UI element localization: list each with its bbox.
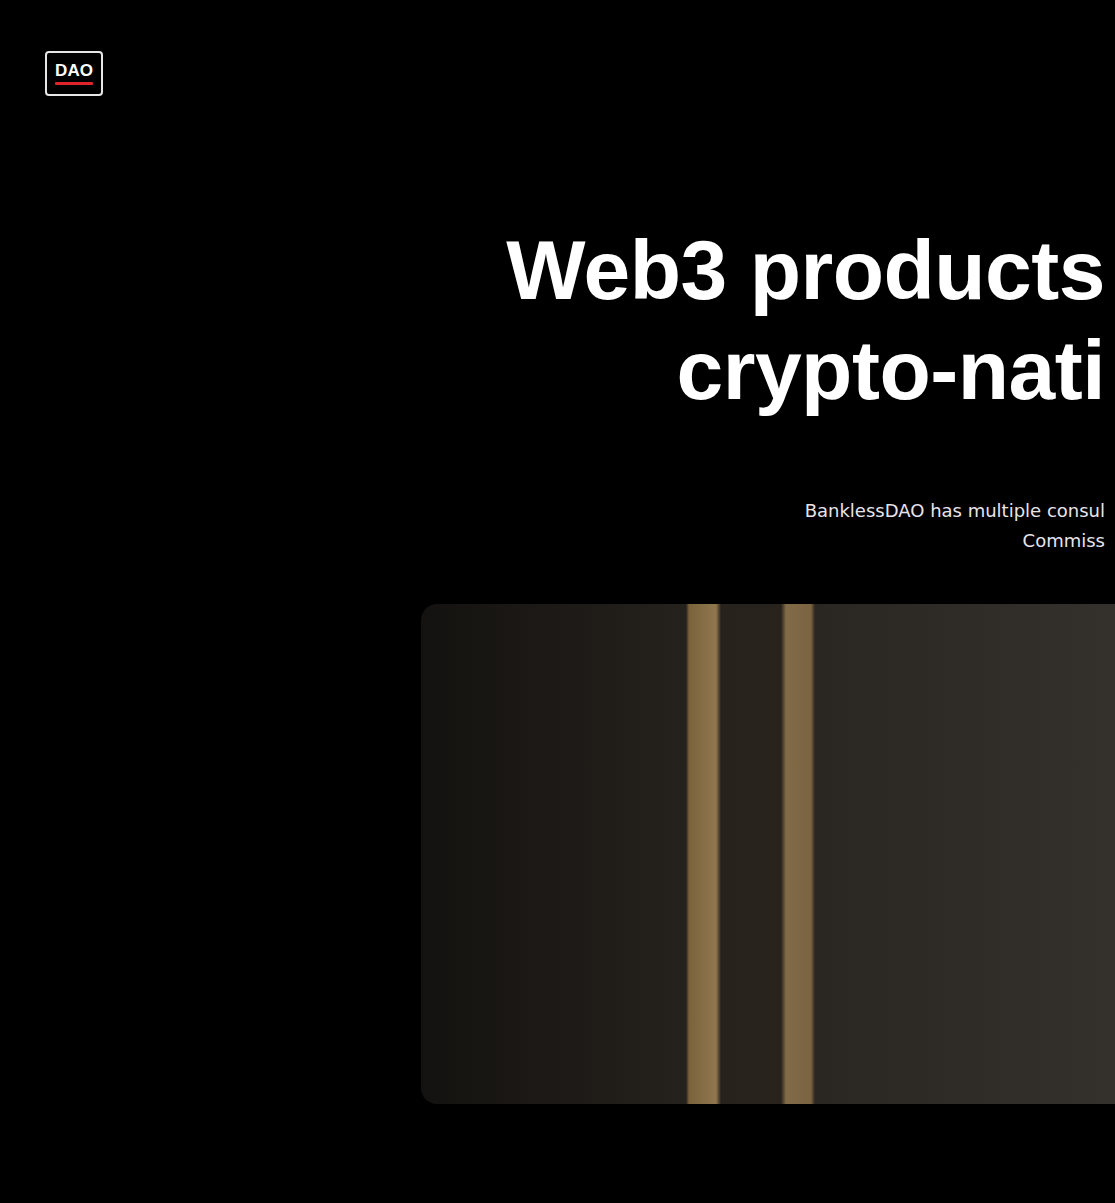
- subtitle-line: Commiss: [1023, 526, 1105, 556]
- hero-heading: Web3 productscrypto-nati: [506, 220, 1105, 420]
- heading-line: crypto-nati: [676, 320, 1105, 420]
- header: DAO: [0, 0, 1115, 96]
- logo[interactable]: DAO: [45, 51, 103, 96]
- page: DAO Web3 productscrypto-nati BanklessDAO h…: [0, 0, 1115, 1203]
- media-row: [0, 556, 1115, 1104]
- hero-subtitle: BanklessDAO has multiple consulCommiss: [805, 496, 1105, 556]
- hero-video[interactable]: [421, 604, 1115, 1104]
- subtitle-line: BanklessDAO has multiple consul: [805, 496, 1105, 526]
- logo-underline: [55, 82, 93, 85]
- logo-text: DAO: [55, 62, 93, 80]
- hero: Web3 productscrypto-nati BanklessDAO has …: [0, 96, 1115, 556]
- heading-line: Web3 products: [506, 220, 1105, 320]
